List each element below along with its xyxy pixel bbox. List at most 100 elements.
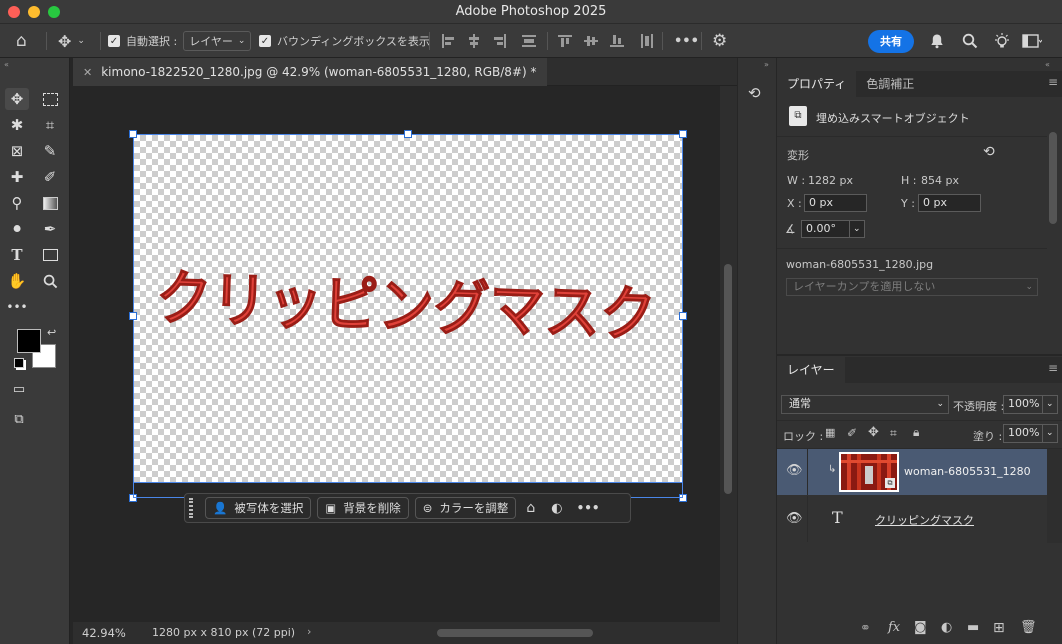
angle-dropdown-icon[interactable]: ⌄ (849, 220, 865, 238)
close-tab-icon[interactable]: ✕ (83, 66, 92, 79)
more-tools-icon[interactable]: ••• (5, 296, 29, 318)
scroll-thumb[interactable] (724, 264, 732, 494)
lock-transparent-icon[interactable]: ▦ (825, 426, 835, 439)
type-tool-icon[interactable]: T (5, 244, 29, 266)
dodge-tool-icon[interactable]: ⚫ (5, 218, 29, 240)
distribute-icon[interactable] (522, 34, 536, 48)
panel-menu-icon[interactable]: ≡ (1048, 75, 1058, 89)
history-icon[interactable]: ⟲ (748, 84, 761, 102)
remove-background-button[interactable]: ▣ 背景を削除 (317, 497, 409, 519)
share-button[interactable]: 共有 (868, 29, 914, 53)
minimize-window-button[interactable] (28, 6, 40, 18)
angle-input[interactable]: 0.00° (801, 220, 850, 238)
eyedropper-tool-icon[interactable]: ✎ (38, 140, 62, 162)
layer-row-smart-object[interactable]: 👁︎ ↳ ⧉ woman-6805531_1280 (777, 449, 1047, 495)
align-left-icon[interactable] (441, 34, 455, 48)
home-icon[interactable]: ⌂ (16, 24, 27, 58)
document-tab[interactable]: ✕ kimono-1822520_1280.jpg @ 42.9% (woman… (73, 58, 547, 86)
align-right-icon[interactable] (493, 34, 507, 48)
layer-mask-icon[interactable]: ◙ (914, 620, 927, 635)
opacity-dropdown-icon[interactable]: ⌄ (1042, 395, 1058, 414)
transform-handle-tc[interactable] (404, 130, 412, 138)
blend-mode-dropdown[interactable]: 通常 ⌄ (781, 395, 949, 414)
drag-handle[interactable] (189, 498, 193, 518)
adjustment-icon[interactable]: ◐ (551, 501, 562, 516)
reset-transform-icon[interactable]: ⟲ (983, 144, 995, 160)
y-input[interactable]: 0 px (918, 194, 981, 212)
group-folder-icon[interactable]: ▬ (967, 620, 979, 635)
vertical-scrollbar[interactable] (720, 86, 737, 622)
transform-handle-mr[interactable] (679, 312, 687, 320)
fill-dropdown-icon[interactable]: ⌄ (1042, 424, 1058, 443)
healing-brush-icon[interactable]: ✚ (5, 166, 29, 188)
tab-layers[interactable]: レイヤー (777, 357, 845, 383)
lock-paint-icon[interactable]: ✐ (847, 426, 857, 440)
gear-icon[interactable]: ⚙ (712, 24, 727, 58)
layers-menu-icon[interactable]: ≡ (1048, 361, 1058, 375)
collapse-panel-icon[interactable]: « (4, 60, 9, 69)
layer-row-text[interactable]: 👁︎ T クリッピングマスク (777, 496, 1047, 542)
document-canvas[interactable]: クリッピングマスク (133, 134, 683, 483)
lightbulb-icon[interactable] (993, 24, 1011, 58)
more-options-icon[interactable]: ••• (674, 24, 699, 58)
new-layer-icon[interactable]: ⊞ (993, 620, 1005, 636)
layers-scrollbar[interactable] (1047, 449, 1062, 543)
x-input[interactable]: 0 px (804, 194, 867, 212)
visibility-eye-icon[interactable]: 👁︎ (786, 463, 803, 478)
pen-tool-icon[interactable]: ✒ (38, 218, 62, 240)
more-options-icon[interactable]: ••• (577, 501, 600, 515)
rectangle-tool-icon[interactable] (38, 244, 62, 266)
foreground-color-swatch[interactable] (17, 329, 41, 353)
align-middle-icon[interactable] (584, 34, 598, 48)
lock-all-icon[interactable]: 🔒︎ (913, 425, 919, 440)
screen-mode-icon[interactable]: ⧉ (7, 408, 31, 430)
tab-adjustments[interactable]: 色調補正 (856, 71, 924, 97)
marquee-tool-icon[interactable] (38, 88, 62, 110)
move-tool-preset-icon[interactable]: ✥ ⌄ (58, 24, 85, 58)
adjustment-layer-icon[interactable]: ◐ (941, 620, 952, 635)
workspace-icon[interactable] (1022, 24, 1042, 58)
transform-handle-ml[interactable] (129, 312, 137, 320)
lock-artboard-icon[interactable]: ⌗ (890, 426, 897, 441)
align-top-icon[interactable] (558, 34, 572, 48)
lock-position-icon[interactable]: ✥ (868, 425, 879, 440)
align-center-icon[interactable] (467, 34, 481, 48)
fill-input[interactable]: 100% (1003, 424, 1043, 443)
gradient-tool-icon[interactable] (38, 192, 62, 214)
layer-comp-dropdown[interactable]: レイヤーカンプを適用しない ⌄ (786, 278, 1038, 296)
quick-mask-icon[interactable]: ▭ (7, 378, 31, 400)
opacity-input[interactable]: 100% (1003, 395, 1043, 414)
default-colors-icon[interactable] (14, 358, 24, 368)
bell-icon[interactable] (929, 24, 945, 58)
zoom-window-button[interactable] (48, 6, 60, 18)
expand-panel-icon[interactable]: » (764, 60, 769, 69)
move-tool-icon[interactable]: ✥ (5, 88, 29, 110)
zoom-level[interactable]: 42.94% (82, 626, 126, 640)
search-icon[interactable] (962, 24, 978, 58)
transform-handle-tl[interactable] (129, 130, 137, 138)
visibility-eye-icon[interactable]: 👁︎ (786, 511, 803, 526)
distribute-vertical-icon[interactable] (640, 34, 654, 48)
fx-icon[interactable]: fx (888, 620, 900, 635)
zoom-tool-icon[interactable] (38, 270, 62, 292)
hand-tool-icon[interactable]: ✋ (5, 270, 29, 292)
select-subject-button[interactable]: 👤 被写体を選択 (205, 497, 312, 519)
bounding-box-checkbox[interactable]: ✓ (259, 35, 271, 47)
transform-handle-tr[interactable] (679, 130, 687, 138)
stamp-tool-icon[interactable]: ⚲ (5, 192, 29, 214)
adjust-color-button[interactable]: ⊜ カラーを調整 (414, 497, 517, 519)
frame-tool-icon[interactable]: ⊠ (5, 140, 29, 162)
transform-icon[interactable]: ⌂ (526, 500, 535, 516)
align-bottom-icon[interactable] (610, 34, 624, 48)
auto-select-checkbox[interactable]: ✓ (108, 35, 120, 47)
swap-colors-icon[interactable]: ↩ (47, 326, 56, 339)
chevron-right-icon[interactable]: › (307, 625, 311, 638)
crop-tool-icon[interactable]: ⌗ (38, 114, 62, 136)
close-window-button[interactable] (8, 6, 20, 18)
properties-scroll-thumb[interactable] (1049, 132, 1057, 224)
canvas-area[interactable]: クリッピングマスク (73, 86, 720, 622)
trash-icon[interactable]: 🗑︎ (1020, 620, 1037, 635)
auto-select-dropdown[interactable]: レイヤー ⌄ (183, 31, 252, 51)
collapse-right-icon[interactable]: « (1045, 60, 1050, 69)
brush-tool-icon[interactable]: ✐ (38, 166, 62, 188)
